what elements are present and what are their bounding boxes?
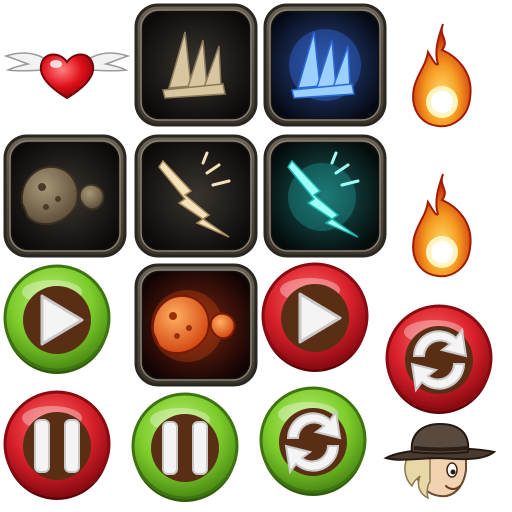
refresh-button-green[interactable] <box>258 386 368 498</box>
cowboy-avatar-icon <box>383 420 497 504</box>
fire-flame-icon <box>408 22 476 128</box>
pause-button-red[interactable] <box>2 390 112 502</box>
winged-heart-icon <box>3 40 131 102</box>
fire-flame-icon <box>408 172 476 278</box>
refresh-button-red[interactable] <box>384 304 494 416</box>
spikes-skill-bronze-icon[interactable] <box>133 2 259 128</box>
pause-button-green[interactable] <box>130 392 240 504</box>
lightning-skill-cyan-icon[interactable] <box>262 133 388 259</box>
boulder-skill-red-icon[interactable] <box>133 262 259 388</box>
spikes-skill-blue-icon[interactable] <box>262 2 388 128</box>
sprite-sheet <box>0 0 512 512</box>
boulder-skill-bronze-icon[interactable] <box>2 133 128 259</box>
lightning-skill-bronze-icon[interactable] <box>133 133 259 259</box>
play-button-red[interactable] <box>260 262 370 374</box>
play-button-green[interactable] <box>2 264 112 376</box>
